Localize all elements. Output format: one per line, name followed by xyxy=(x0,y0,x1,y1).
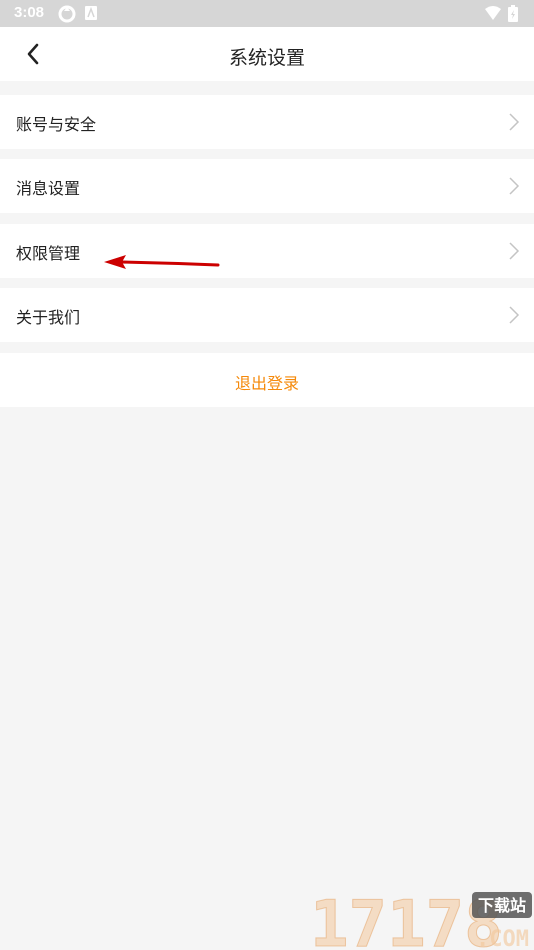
sync-icon xyxy=(58,5,76,23)
menu-item-label: 账号与安全 xyxy=(16,115,97,134)
chevron-right-icon xyxy=(509,177,520,195)
menu-item-label: 关于我们 xyxy=(16,308,81,327)
menu-item-permission-management[interactable]: 权限管理 xyxy=(0,224,534,278)
svg-text:.COM: .COM xyxy=(476,927,529,950)
menu-item-message-settings[interactable]: 消息设置 xyxy=(0,159,534,213)
page-title: 系统设置 xyxy=(228,47,305,69)
status-bar: 3:08 xyxy=(0,0,534,27)
wifi-icon xyxy=(485,6,501,20)
menu-item-about-us[interactable]: 关于我们 xyxy=(0,288,534,342)
title-bar: 系统设置 xyxy=(0,27,534,81)
battery-icon xyxy=(508,5,518,22)
app-notification-icon xyxy=(85,6,97,20)
watermark-logo: 17178 下载站 .COM xyxy=(310,888,532,950)
menu-item-label: 消息设置 xyxy=(16,179,81,198)
chevron-right-icon xyxy=(509,113,520,131)
status-time: 3:08 xyxy=(14,4,45,21)
chevron-right-icon xyxy=(509,306,520,324)
chevron-right-icon xyxy=(509,242,520,260)
logout-button[interactable]: 退出登录 xyxy=(0,353,534,407)
menu-item-label: 权限管理 xyxy=(16,244,81,263)
menu-item-account-security[interactable]: 账号与安全 xyxy=(0,95,534,149)
red-arrow-annotation xyxy=(104,255,220,269)
logout-label: 退出登录 xyxy=(234,374,299,393)
svg-text:下载站: 下载站 xyxy=(478,896,526,915)
